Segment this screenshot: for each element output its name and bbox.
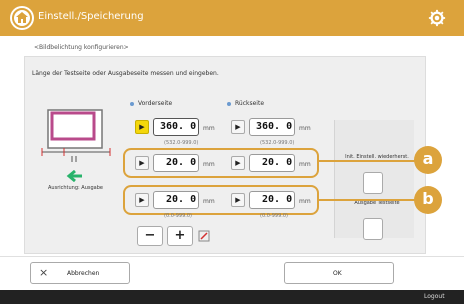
reset-button[interactable] bbox=[363, 172, 383, 194]
orientation-label: Ausrichtung: Ausgabe bbox=[48, 185, 103, 191]
unit-label: mm bbox=[299, 161, 311, 168]
callout-a-line bbox=[319, 160, 415, 162]
callout-b-line bbox=[319, 199, 415, 201]
length-front-value: 360. 0 bbox=[160, 121, 197, 132]
range-front: (532.0-999.0) bbox=[164, 140, 199, 146]
range-back: (532.0-999.0) bbox=[260, 140, 295, 146]
a-back-value: 20. 0 bbox=[262, 157, 293, 168]
callout-b: b bbox=[414, 186, 442, 214]
home-icon bbox=[12, 8, 32, 28]
column-header-front: Vorderseite bbox=[130, 100, 172, 107]
range-b-front: (0.0-999.0) bbox=[164, 213, 192, 219]
unit-label: mm bbox=[299, 198, 311, 205]
select-length-front[interactable]: ▶ bbox=[135, 120, 149, 134]
arrow-left-icon bbox=[66, 170, 82, 182]
column-header-front-label: Vorderseite bbox=[138, 100, 173, 107]
column-header-back: Rückseite bbox=[227, 100, 264, 107]
a-front-value: 20. 0 bbox=[166, 157, 197, 168]
column-header-back-label: Rückseite bbox=[235, 100, 265, 107]
paper-diagram-icon bbox=[41, 109, 111, 162]
cancel-label: Abbrechen bbox=[67, 270, 100, 277]
page-title: Einstell./Speicherung bbox=[38, 11, 144, 22]
bullet-icon bbox=[227, 101, 231, 106]
minus-button[interactable]: − bbox=[137, 226, 163, 246]
b-back-value: 20. 0 bbox=[262, 194, 293, 205]
select-a-front[interactable]: ▶ bbox=[135, 156, 149, 170]
plus-button[interactable]: + bbox=[167, 226, 193, 246]
gear-icon[interactable] bbox=[428, 9, 446, 27]
bullet-icon bbox=[130, 101, 134, 106]
status-bar: Logout bbox=[0, 290, 464, 304]
ok-button[interactable]: OK bbox=[284, 262, 394, 284]
range-b-back: (0.0-999.0) bbox=[260, 213, 288, 219]
page-subtitle: <Bildbelichtung konfigurieren> bbox=[34, 44, 129, 51]
cancel-button[interactable]: × Abbrechen bbox=[30, 262, 130, 284]
instruction-text: Länge der Testseite oder Ausgabeseite me… bbox=[32, 70, 219, 77]
select-b-back[interactable]: ▶ bbox=[231, 193, 245, 207]
ok-label: OK bbox=[333, 270, 342, 277]
unit-label: mm bbox=[203, 198, 215, 205]
callout-a: a bbox=[414, 146, 442, 174]
select-b-front[interactable]: ▶ bbox=[135, 193, 149, 207]
output-button[interactable] bbox=[363, 218, 383, 240]
unit-label: mm bbox=[299, 125, 311, 132]
title-bar: Einstell./Speicherung bbox=[0, 0, 464, 36]
unit-label: mm bbox=[203, 161, 215, 168]
select-length-back[interactable]: ▶ bbox=[231, 120, 245, 134]
length-back-value: 360. 0 bbox=[256, 121, 293, 132]
b-front-value: 20. 0 bbox=[166, 194, 197, 205]
logout-button[interactable]: Logout bbox=[424, 293, 445, 300]
home-button[interactable] bbox=[10, 6, 34, 30]
close-icon: × bbox=[39, 266, 49, 279]
adjust-icon bbox=[198, 230, 210, 242]
unit-label: mm bbox=[203, 125, 215, 132]
select-a-back[interactable]: ▶ bbox=[231, 156, 245, 170]
